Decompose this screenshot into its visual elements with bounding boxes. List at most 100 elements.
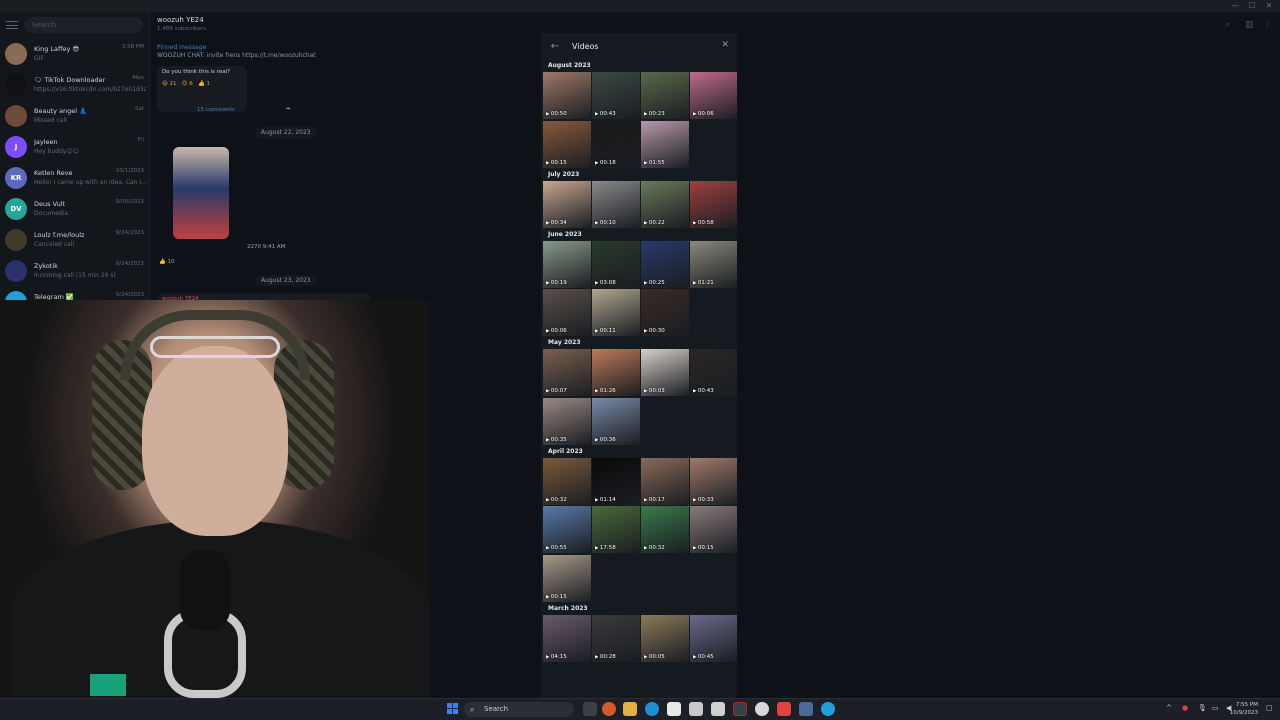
windows-start-icon[interactable] bbox=[447, 703, 458, 714]
chat-name: Beauty angel 👗 bbox=[34, 106, 88, 115]
title-bar: — ☐ ✕ bbox=[0, 0, 1280, 12]
store-icon[interactable] bbox=[667, 702, 681, 716]
task-view-icon[interactable] bbox=[583, 702, 597, 716]
search-input[interactable]: Search bbox=[24, 17, 143, 33]
video-thumbnail[interactable]: 01:26 bbox=[592, 349, 640, 396]
video-thumbnail[interactable]: 00:03 bbox=[641, 349, 689, 396]
video-thumbnail[interactable]: 00:23 bbox=[641, 72, 689, 119]
video-duration: 00:15 bbox=[693, 545, 714, 551]
video-duration: 00:05 bbox=[644, 654, 665, 660]
notification-icon[interactable]: ▢ bbox=[1266, 704, 1273, 712]
pinned-message[interactable]: Pinned message WOOZUH CHAT: invite frens… bbox=[157, 44, 316, 60]
chat-item[interactable]: Beauty angel 👗 Missed call Sat bbox=[0, 100, 149, 131]
tray-expand-icon[interactable]: ^ bbox=[1166, 704, 1172, 712]
video-thumbnail[interactable]: 00:35 bbox=[543, 397, 591, 445]
video-duration: 00:36 bbox=[595, 437, 616, 443]
telegram-icon[interactable] bbox=[821, 702, 835, 716]
telegram-window: — ☐ ✕ Search King Laffey 😎 GIF 3:58 PM 🗨 Ti… bbox=[0, 0, 1280, 698]
video-grid: 00:07 01:26 00:03 00:43 00:35 00:36 bbox=[541, 349, 737, 445]
date-separator-1: August 22, 2023 bbox=[255, 127, 317, 138]
video-thumbnail[interactable]: 00:25 bbox=[641, 240, 689, 288]
video-thumbnail[interactable]: 04:15 bbox=[543, 614, 591, 662]
video-thumbnail[interactable]: 00:58 bbox=[690, 180, 737, 228]
sticker-image[interactable] bbox=[173, 147, 229, 239]
video-thumbnail[interactable]: 00:22 bbox=[641, 180, 689, 228]
video-thumbnail[interactable]: 00:55 bbox=[543, 506, 591, 553]
video-thumbnail[interactable]: 00:43 bbox=[592, 72, 640, 119]
maximize-icon[interactable]: ☐ bbox=[1245, 0, 1259, 12]
taskbar-search[interactable]: ⌕ Search bbox=[464, 702, 574, 717]
video-thumbnail[interactable]: 00:06 bbox=[543, 289, 591, 336]
video-thumbnail[interactable]: 00:11 bbox=[592, 289, 640, 336]
microphone bbox=[180, 550, 230, 630]
video-thumbnail[interactable]: 00:45 bbox=[690, 614, 737, 662]
videos-panel-title: Videos bbox=[572, 41, 599, 51]
video-thumbnail[interactable]: 00:50 bbox=[543, 72, 591, 119]
video-thumbnail[interactable]: 00:07 bbox=[543, 349, 591, 396]
video-thumbnail[interactable]: 00:30 bbox=[641, 289, 689, 336]
brave-icon[interactable] bbox=[777, 702, 791, 716]
taskbar-search-label: Search bbox=[484, 705, 509, 713]
channel-header[interactable]: woozuh YE24 1,489 subscribers bbox=[157, 16, 206, 32]
videos-panel-header: ← Videos ✕ bbox=[541, 33, 737, 59]
chat-item[interactable]: Loulz f.me/loulz Canceled call 9/24/2023 bbox=[0, 224, 149, 255]
month-label: May 2023 bbox=[548, 339, 581, 346]
video-thumbnail[interactable]: 00:06 bbox=[690, 72, 737, 119]
sidebar-toggle-icon[interactable]: ▥ bbox=[1245, 20, 1254, 30]
chat-item[interactable]: King Laffey 😎 GIF 3:58 PM bbox=[0, 38, 149, 69]
video-thumbnail[interactable]: 00:32 bbox=[543, 457, 591, 505]
windows-taskbar: ⌕ Search ^ ● 🎙 ▭ ◀ 7:55 PM 10/9/2023 ▢ bbox=[0, 698, 1280, 720]
video-thumbnail[interactable]: 00:19 bbox=[543, 240, 591, 288]
settings-icon[interactable] bbox=[755, 702, 769, 716]
more-options-icon[interactable]: ⋮ bbox=[1263, 20, 1272, 30]
network-icon[interactable]: ▭ bbox=[1212, 704, 1219, 712]
chat-item[interactable]: DV Deus Vult Documedia 9/30/2023 bbox=[0, 193, 149, 224]
chat-item[interactable]: 🗨 TikTok Downloader https://v16.tiktokcdn… bbox=[0, 69, 149, 100]
video-thumbnail[interactable]: 00:17 bbox=[641, 457, 689, 505]
video-thumbnail[interactable]: 01:55 bbox=[641, 120, 689, 168]
video-thumbnail[interactable]: 01:14 bbox=[592, 457, 640, 505]
terminal-icon[interactable] bbox=[711, 702, 725, 716]
close-icon[interactable]: ✕ bbox=[721, 40, 729, 50]
copilot-icon[interactable] bbox=[602, 702, 616, 716]
webcam-overlay bbox=[0, 300, 430, 698]
video-thumbnail[interactable]: 00:36 bbox=[592, 397, 640, 445]
video-thumbnail[interactable]: 00:18 bbox=[592, 120, 640, 168]
taskbar-clock[interactable]: 7:55 PM 10/9/2023 bbox=[1230, 701, 1258, 717]
steam-icon[interactable] bbox=[799, 702, 813, 716]
video-thumbnail[interactable]: 17:58 bbox=[592, 506, 640, 553]
search-icon[interactable]: ⌕ bbox=[1225, 20, 1230, 30]
chat-time: Fri bbox=[137, 137, 144, 143]
chat-item[interactable]: Zykotik Incoming call (15 min 26 s) 9/24/2… bbox=[0, 255, 149, 286]
video-thumbnail[interactable]: 00:32 bbox=[641, 506, 689, 553]
close-window-icon[interactable]: ✕ bbox=[1262, 0, 1276, 12]
video-thumbnail[interactable]: 00:15 bbox=[690, 506, 737, 553]
hamburger-menu-icon[interactable] bbox=[6, 21, 18, 29]
comments-link[interactable]: 15 comments bbox=[197, 106, 235, 115]
share-icon[interactable]: ➦ bbox=[286, 105, 291, 114]
file-explorer-icon[interactable] bbox=[623, 702, 637, 716]
chat-item[interactable]: KR Ketlen Reve Hello! I came up with an id… bbox=[0, 162, 149, 193]
mic-icon[interactable]: 🎙 bbox=[1198, 704, 1207, 712]
video-thumbnail[interactable]: 00:43 bbox=[690, 349, 737, 396]
edge-icon[interactable] bbox=[645, 702, 659, 716]
chat-name: Jayleen bbox=[34, 137, 58, 146]
tray-app-icon[interactable]: ● bbox=[1182, 704, 1188, 712]
back-arrow-icon[interactable]: ← bbox=[548, 41, 562, 52]
minimize-icon[interactable]: — bbox=[1228, 0, 1242, 12]
video-thumbnail[interactable]: 00:34 bbox=[543, 180, 591, 228]
video-thumbnail[interactable]: 00:28 bbox=[592, 614, 640, 662]
video-thumbnail[interactable]: 00:10 bbox=[592, 180, 640, 228]
video-duration: 00:28 bbox=[595, 654, 616, 660]
video-thumbnail[interactable]: 00:15 bbox=[543, 554, 591, 602]
video-thumbnail[interactable]: 00:15 bbox=[543, 120, 591, 168]
chat-item[interactable]: J Jayleen Hey buddy😊😊 Fri bbox=[0, 131, 149, 162]
video-thumbnail[interactable]: 01:21 bbox=[690, 240, 737, 288]
video-duration: 00:17 bbox=[644, 497, 665, 503]
video-thumbnail[interactable]: 00:33 bbox=[690, 457, 737, 505]
obs-icon[interactable] bbox=[733, 702, 747, 716]
video-duration: 00:22 bbox=[644, 220, 665, 226]
video-thumbnail[interactable]: 00:05 bbox=[641, 614, 689, 662]
app-icon[interactable] bbox=[689, 702, 703, 716]
video-thumbnail[interactable]: 03:08 bbox=[592, 240, 640, 288]
